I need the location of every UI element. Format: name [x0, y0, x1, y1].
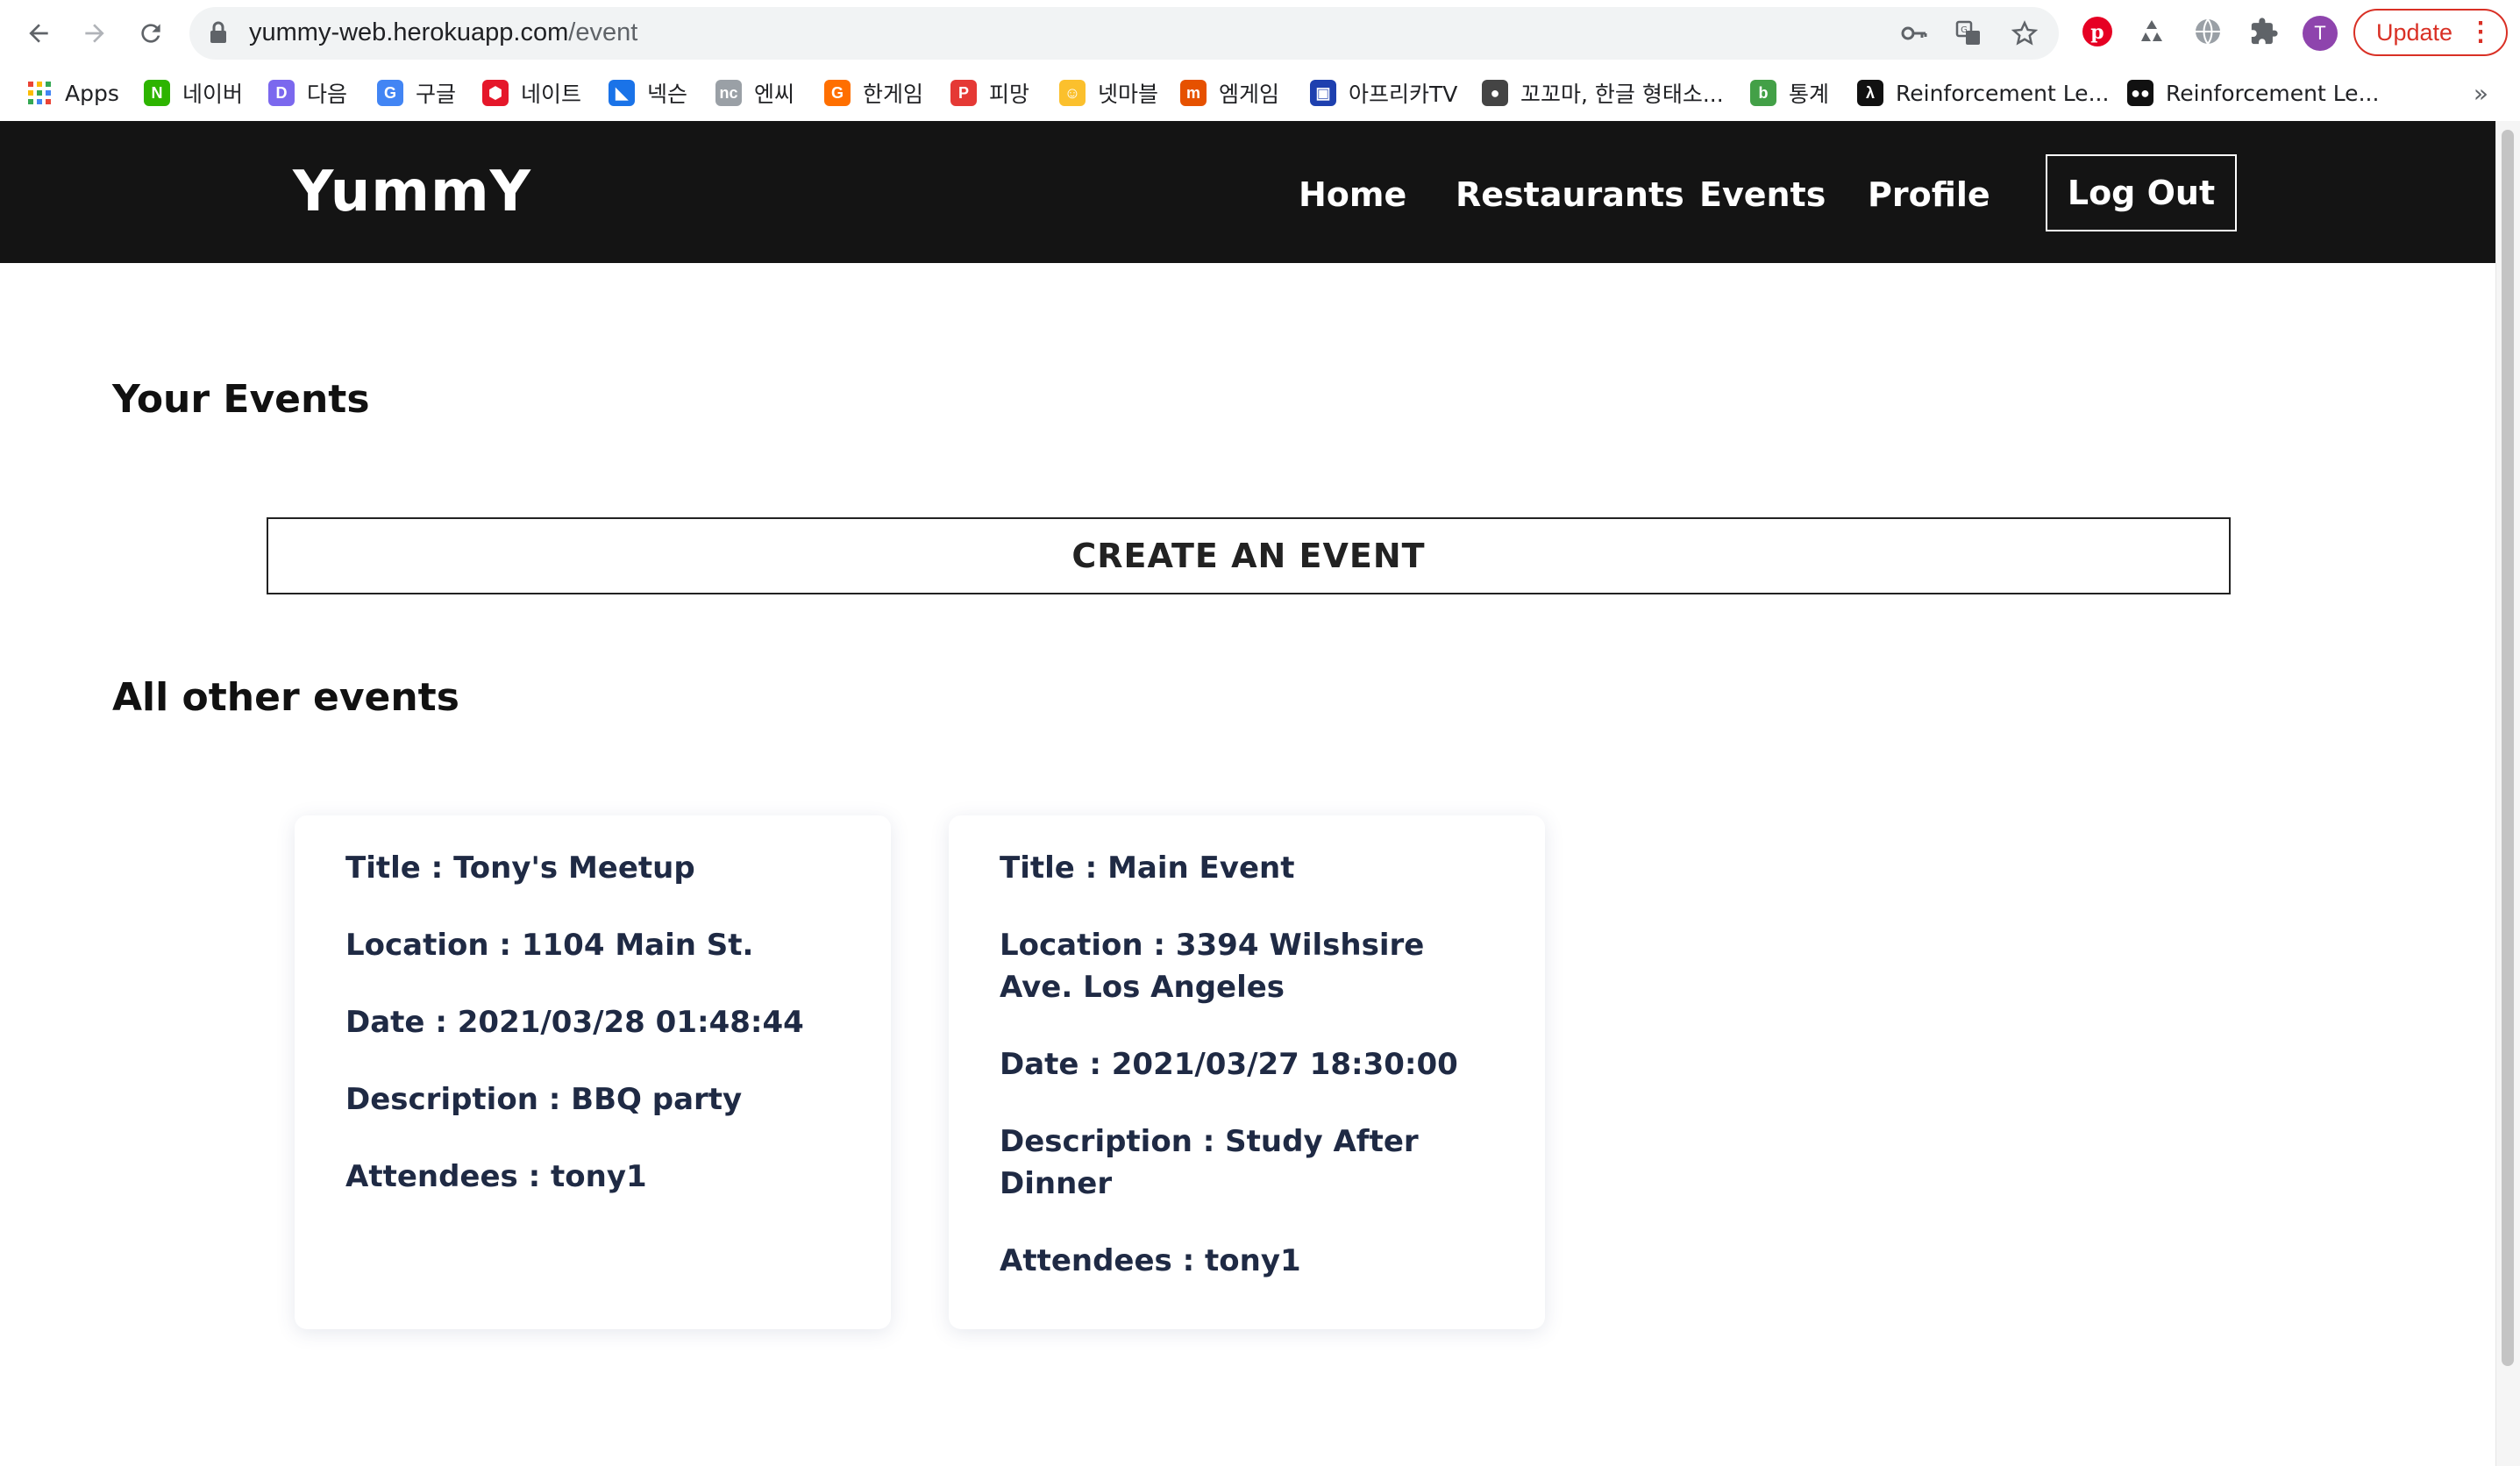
url-path: /event [568, 18, 638, 46]
bookmark-item[interactable]: N 네이버 [144, 75, 243, 110]
bookmark-item[interactable]: ⬢ 네이트 [482, 75, 581, 110]
bookmark-label: 엠게임 [1219, 82, 1280, 107]
bookmark-label: 네이트 [521, 82, 582, 107]
event-attendees: Attendees : tony1 [345, 1159, 647, 1194]
medium-icon: ●● [2127, 80, 2153, 106]
scrollbar-thumb[interactable] [2502, 130, 2514, 1366]
translate-icon[interactable]: G [1954, 18, 1983, 48]
create-event-button[interactable]: CREATE AN EVENT [267, 517, 2231, 594]
svg-text:p: p [2090, 21, 2104, 44]
event-date: Date : 2021/03/28 01:48:44 [345, 1005, 804, 1040]
bookmark-label: 피망 [989, 82, 1030, 107]
bookmark-label: 구글 [416, 82, 457, 107]
apps-grid-icon [26, 80, 53, 106]
kebab-menu-icon: ⋮ [2467, 18, 2494, 46]
ncsoft-icon: nc [715, 80, 742, 106]
bookmark-item[interactable]: nc 엔씨 [715, 75, 794, 110]
bookmark-label: 아프리카TV [1349, 82, 1458, 107]
nav-home[interactable]: Home [1299, 175, 1406, 214]
update-button[interactable]: Update ⋮ [2353, 9, 2508, 56]
browser-toolbar: yummy-web.herokuapp.com/event G p T Upda… [0, 0, 2520, 67]
bookmark-item[interactable]: ● 꼬꼬마, 한글 형태소... [1482, 75, 1724, 110]
bookmark-item[interactable]: ◣ 넥슨 [609, 75, 687, 110]
netmarble-icon: ☺ [1059, 80, 1086, 106]
bookmarks-bar: Apps N 네이버 D 다음 G 구글 ⬢ 네이트 ◣ 넥슨 nc 엔씨 G 한게임 P 피망 ☺ 넷마블 m 엠게임… [0, 67, 2520, 122]
svg-text:G: G [1961, 25, 1968, 35]
event-description: Description : Study After Dinner [1000, 1124, 1419, 1201]
puzzle-extensions-icon[interactable] [2246, 14, 2282, 49]
bookmark-label: Reinforcement Le... [1896, 80, 2110, 106]
other-events-heading: All other events [112, 675, 459, 720]
bookmark-label: 통계 [1789, 82, 1830, 107]
event-title: Title : Tony's Meetup [345, 850, 695, 886]
update-label: Update [2376, 18, 2453, 46]
url-text[interactable]: yummy-web.herokuapp.com/event [249, 18, 637, 47]
hangame-icon: G [824, 80, 851, 106]
event-attendees: Attendees : tony1 [1000, 1243, 1301, 1278]
event-date: Date : 2021/03/27 18:30:00 [1000, 1047, 1458, 1082]
bookmark-item[interactable]: Apps [26, 75, 119, 110]
bookmark-label: 꼬꼬마, 한글 형태소... [1520, 82, 1724, 107]
bookmark-label: 한게임 [863, 82, 924, 107]
nexon-icon: ◣ [609, 80, 635, 106]
event-location: Location : 1104 Main St. [345, 928, 754, 963]
forward-arrow-icon[interactable] [75, 14, 114, 53]
bookmark-item[interactable]: G 구글 [377, 75, 456, 110]
key-icon[interactable] [1899, 18, 1929, 48]
brand-logo[interactable]: YummY [293, 160, 531, 224]
event-location: Location : 3394 Wilshsire Ave. Los Angel… [1000, 928, 1425, 1005]
event-description: Description : BBQ party [345, 1082, 743, 1117]
back-arrow-icon[interactable] [19, 14, 58, 53]
pmang-icon: P [950, 80, 977, 106]
event-card[interactable]: Title : Main Event Location : 3394 Wilsh… [949, 815, 1545, 1329]
bookmark-label: 다음 [307, 82, 348, 107]
bookmark-item[interactable]: b 통계 [1750, 75, 1829, 110]
bookmark-item[interactable]: ●● Reinforcement Le... [2127, 75, 2379, 110]
bookmark-item[interactable]: m 엠게임 [1180, 75, 1279, 110]
reload-icon[interactable] [132, 14, 170, 53]
event-title: Title : Main Event [1000, 850, 1295, 886]
profile-avatar[interactable]: T [2303, 16, 2338, 51]
nate-icon: ⬢ [482, 80, 509, 106]
naver-icon: N [144, 80, 170, 106]
bookmark-label: 넷마블 [1098, 82, 1159, 107]
pinterest-icon[interactable]: p [2080, 14, 2115, 49]
daum-icon: D [268, 80, 295, 106]
url-host: yummy-web.herokuapp.com [249, 18, 569, 46]
bookmark-item[interactable]: G 한게임 [824, 75, 923, 110]
your-events-heading: Your Events [112, 377, 370, 422]
bookmark-item[interactable]: λ Reinforcement Le... [1857, 75, 2109, 110]
star-bookmark-icon[interactable] [2010, 18, 2039, 48]
nav-events[interactable]: Events [1699, 175, 1826, 214]
bookmark-item[interactable]: D 다음 [268, 75, 347, 110]
globe-icon: ● [1482, 80, 1508, 106]
lock-icon [209, 21, 228, 47]
afreecatv-icon: ▣ [1310, 80, 1336, 106]
bookmark-label: Reinforcement Le... [2166, 80, 2380, 106]
bookmark-label: Apps [65, 80, 119, 106]
event-card[interactable]: Title : Tony's Meetup Location : 1104 Ma… [295, 815, 891, 1329]
nav-profile[interactable]: Profile [1868, 175, 1990, 214]
lambda-icon: λ [1857, 80, 1883, 106]
bookmark-label: 엔씨 [754, 82, 795, 107]
blog-icon: b [1750, 80, 1776, 106]
bookmark-label: 네이버 [182, 82, 244, 107]
bookmark-item[interactable]: ☺ 넷마블 [1059, 75, 1158, 110]
bookmark-item[interactable]: P 피망 [950, 75, 1029, 110]
nav-restaurants[interactable]: Restaurants [1456, 175, 1684, 214]
bookmark-label: 넥슨 [647, 82, 688, 107]
site-navbar: YummY Home Restaurants Events Profile Lo… [0, 121, 2495, 263]
globe-extension-icon[interactable] [2190, 14, 2225, 49]
mgame-icon: m [1180, 80, 1207, 106]
chevron-more-icon[interactable]: » [2474, 79, 2488, 108]
logout-button[interactable]: Log Out [2046, 154, 2237, 231]
address-bar[interactable]: yummy-web.herokuapp.com/event G [189, 7, 2059, 60]
bookmark-item[interactable]: ▣ 아프리카TV [1310, 75, 1457, 110]
recycle-icon[interactable] [2134, 14, 2169, 49]
google-icon: G [377, 80, 403, 106]
